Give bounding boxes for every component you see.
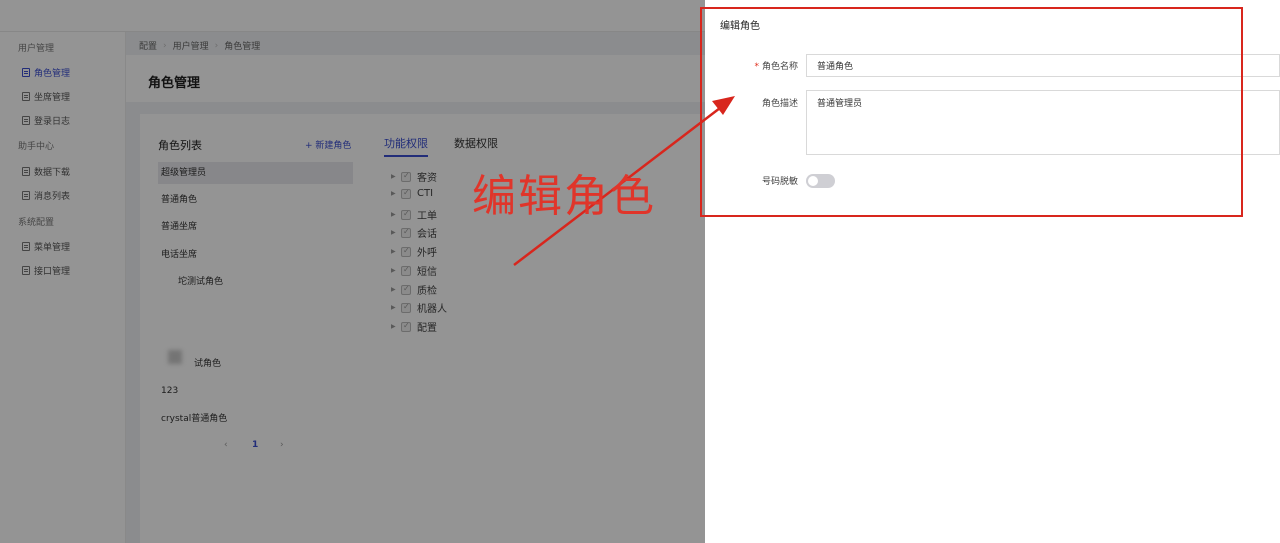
role-desc-label: 角色描述 — [761, 99, 798, 109]
number-masking-toggle[interactable] — [806, 174, 835, 188]
role-desc-textarea[interactable]: 普通管理员 — [806, 90, 1280, 155]
modal-overlay[interactable] — [0, 0, 705, 543]
annotation-text: 编辑角色 — [472, 171, 656, 222]
edit-role-drawer — [705, 0, 1280, 543]
required-mark: * — [754, 62, 759, 72]
toggle-knob — [808, 176, 818, 186]
role-name-input[interactable] — [806, 54, 1280, 77]
label-text: 角色名称 — [761, 62, 798, 72]
role-name-label: * 角色名称 — [718, 59, 798, 72]
drawer-title: 编辑角色 — [720, 21, 760, 32]
number-masking-label: 号码脱敏 — [761, 177, 798, 187]
